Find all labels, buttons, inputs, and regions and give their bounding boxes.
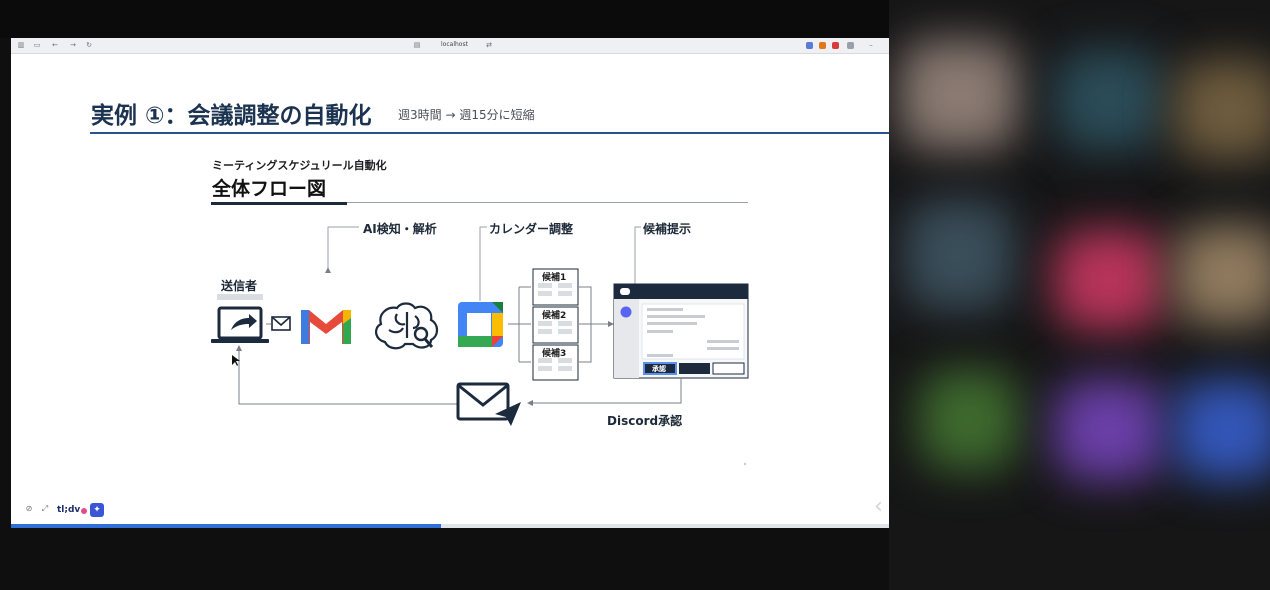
candidate-label-1: 候補1 [542, 271, 566, 283]
sender-name-placeholder [217, 294, 263, 300]
video-tile-7 [919, 370, 1019, 470]
assistant-icon[interactable]: ✦ [90, 503, 104, 517]
chevron-left-icon[interactable]: ‹ [874, 494, 883, 519]
candidate-label-3: 候補3 [542, 347, 566, 359]
email-icon [271, 316, 291, 331]
discord-logo-icon [620, 288, 630, 295]
tldv-logo: tl;dv [57, 505, 81, 515]
video-tile-2 [1054, 50, 1164, 150]
discord-window [613, 283, 749, 379]
video-tile-9 [1174, 380, 1270, 480]
laptop-icon [211, 306, 269, 343]
gmail-icon [301, 310, 351, 344]
expand-icon[interactable]: ⤢ [41, 505, 49, 513]
flow-diagram: 候補1 候補2 候補3 承認 [211, 226, 749, 466]
shared-browser-window: ▥ ▭ ← → ↻ ▤ localhost ⇄ – 実例 ①：会議調整の自動化 … [11, 38, 889, 528]
google-calendar-icon [458, 302, 503, 347]
video-tile-8 [1054, 380, 1164, 480]
approve-button-label[interactable]: 承認 [652, 364, 666, 373]
brain-icon [375, 302, 439, 350]
video-tile-6 [1174, 225, 1270, 325]
recording-dot-icon [81, 508, 87, 514]
candidate-label-2: 候補2 [542, 309, 566, 321]
slide-progress-fill [11, 524, 442, 528]
hide-icon[interactable]: ⊘ [25, 505, 33, 513]
video-tile-1 [899, 40, 1019, 150]
discord-avatar-icon [620, 306, 632, 318]
video-tile-4 [904, 200, 1014, 310]
participant-video-panel [889, 0, 1270, 590]
send-mail-icon [456, 382, 521, 426]
video-tile-3 [1174, 60, 1270, 160]
video-tile-5 [1054, 230, 1164, 330]
